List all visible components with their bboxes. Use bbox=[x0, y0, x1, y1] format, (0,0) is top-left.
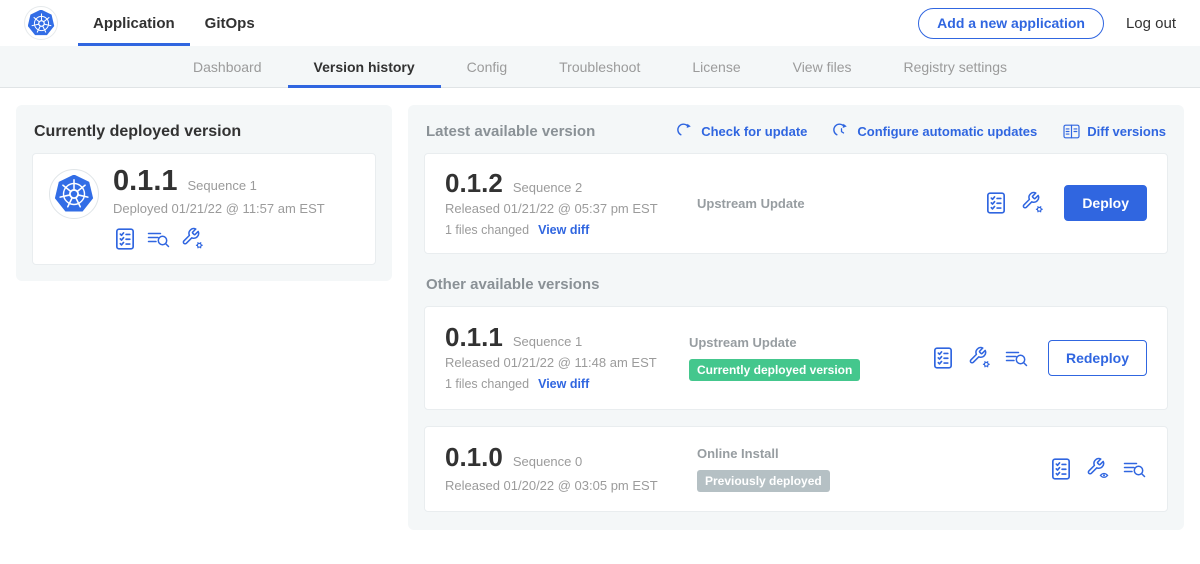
subnav-item-version-history[interactable]: Version history bbox=[288, 46, 441, 88]
subnav-item-dashboard[interactable]: Dashboard bbox=[167, 46, 288, 88]
refresh-icon bbox=[677, 123, 694, 140]
tab-gitops[interactable]: GitOps bbox=[190, 0, 270, 46]
diff-icon bbox=[1063, 123, 1080, 140]
subnav-item-license[interactable]: License bbox=[666, 46, 766, 88]
subnav-item-troubleshoot[interactable]: Troubleshoot bbox=[533, 46, 666, 88]
app-tabs: Application GitOps bbox=[78, 0, 270, 46]
version-number: 0.1.1 bbox=[113, 167, 178, 196]
version-card-details: 0.1.0 Sequence 0 Released 01/20/22 @ 03:… bbox=[445, 444, 697, 494]
version-card: 0.1.0 Sequence 0 Released 01/20/22 @ 03:… bbox=[424, 426, 1168, 512]
version-card-status: Online Install Previously deployed bbox=[697, 446, 947, 492]
released-timestamp: Released 01/21/22 @ 11:48 am EST bbox=[445, 356, 689, 371]
logs-icon[interactable] bbox=[1123, 457, 1147, 481]
version-number: 0.1.0 bbox=[445, 444, 503, 470]
released-timestamp: Released 01/21/22 @ 05:37 pm EST bbox=[445, 202, 697, 217]
version-card-status: Upstream Update bbox=[697, 196, 947, 211]
app-subnav: Dashboard Version history Config Trouble… bbox=[0, 46, 1200, 88]
released-timestamp: Released 01/20/22 @ 03:05 pm EST bbox=[445, 479, 697, 494]
latest-version-header: Latest available version Check for updat… bbox=[424, 121, 1168, 140]
version-source-label: Upstream Update bbox=[689, 335, 931, 350]
diff-versions-link[interactable]: Diff versions bbox=[1063, 123, 1166, 140]
latest-version-title: Latest available version bbox=[426, 123, 595, 140]
files-changed-label: 1 files changed bbox=[445, 377, 529, 391]
version-source-label: Online Install bbox=[697, 446, 947, 461]
version-card-details: 0.1.1 Sequence 1 Released 01/21/22 @ 11:… bbox=[445, 324, 689, 391]
release-notes-icon[interactable] bbox=[113, 227, 137, 251]
sequence-label: Sequence 0 bbox=[513, 454, 582, 469]
previously-deployed-badge: Previously deployed bbox=[697, 470, 830, 492]
version-card-actions: Redeploy bbox=[931, 340, 1147, 376]
version-card-actions bbox=[1049, 457, 1147, 481]
sequence-label: Sequence 2 bbox=[513, 180, 582, 195]
version-number: 0.1.2 bbox=[445, 170, 503, 196]
currently-deployed-badge: Currently deployed version bbox=[689, 359, 860, 381]
logs-icon[interactable] bbox=[147, 227, 171, 251]
view-diff-link[interactable]: View diff bbox=[538, 223, 589, 237]
version-number: 0.1.1 bbox=[445, 324, 503, 350]
schedule-icon bbox=[833, 123, 850, 140]
add-application-button[interactable]: Add a new application bbox=[918, 8, 1104, 39]
release-notes-icon[interactable] bbox=[931, 346, 955, 370]
check-for-update-link[interactable]: Check for update bbox=[677, 123, 807, 140]
action-label: Configure automatic updates bbox=[857, 124, 1037, 139]
config-view-icon[interactable] bbox=[1086, 457, 1110, 481]
kubernetes-logo-icon bbox=[24, 6, 58, 40]
deployed-version-details: 0.1.1 Sequence 1 Deployed 01/21/22 @ 11:… bbox=[113, 167, 325, 251]
sequence-label: Sequence 1 bbox=[188, 178, 257, 193]
deployed-timestamp: Deployed 01/21/22 @ 11:57 am EST bbox=[113, 202, 325, 217]
redeploy-button[interactable]: Redeploy bbox=[1048, 340, 1147, 376]
kubernetes-heptagon bbox=[55, 175, 94, 214]
sequence-label: Sequence 1 bbox=[513, 334, 582, 349]
available-versions-panel: Latest available version Check for updat… bbox=[408, 105, 1184, 530]
logout-button[interactable]: Log out bbox=[1126, 15, 1176, 32]
currently-deployed-title: Currently deployed version bbox=[32, 121, 376, 141]
currently-deployed-panel: Currently deployed version 0.1.1 Sequenc… bbox=[16, 105, 392, 281]
kubernetes-heptagon bbox=[28, 10, 55, 37]
other-versions-title: Other available versions bbox=[424, 276, 1168, 293]
version-actions: Check for update Configure automatic upd… bbox=[677, 123, 1166, 140]
files-changed-label: 1 files changed bbox=[445, 223, 529, 237]
app-header: Application GitOps Add a new application… bbox=[0, 0, 1200, 46]
version-card: 0.1.1 Sequence 1 Released 01/21/22 @ 11:… bbox=[424, 306, 1168, 410]
version-card-status: Upstream Update Currently deployed versi… bbox=[689, 335, 931, 381]
action-label: Check for update bbox=[701, 124, 807, 139]
app-icon bbox=[49, 169, 99, 219]
subnav-item-config[interactable]: Config bbox=[441, 46, 533, 88]
configure-automatic-updates-link[interactable]: Configure automatic updates bbox=[833, 123, 1037, 140]
version-card-details: 0.1.2 Sequence 2 Released 01/21/22 @ 05:… bbox=[445, 170, 697, 237]
version-source-label: Upstream Update bbox=[697, 196, 947, 211]
subnav-item-view-files[interactable]: View files bbox=[767, 46, 878, 88]
config-edit-icon[interactable] bbox=[181, 227, 205, 251]
version-card-actions: Deploy bbox=[984, 185, 1147, 221]
config-edit-icon[interactable] bbox=[1021, 191, 1045, 215]
logs-icon[interactable] bbox=[1005, 346, 1029, 370]
version-card: 0.1.2 Sequence 2 Released 01/21/22 @ 05:… bbox=[424, 153, 1168, 254]
view-diff-link[interactable]: View diff bbox=[538, 377, 589, 391]
release-notes-icon[interactable] bbox=[984, 191, 1008, 215]
header-right: Add a new application Log out bbox=[918, 8, 1176, 39]
deployed-actions bbox=[113, 227, 325, 251]
config-edit-icon[interactable] bbox=[968, 346, 992, 370]
release-notes-icon[interactable] bbox=[1049, 457, 1073, 481]
tab-application[interactable]: Application bbox=[78, 0, 190, 46]
deploy-button[interactable]: Deploy bbox=[1064, 185, 1147, 221]
deployed-version-card: 0.1.1 Sequence 1 Deployed 01/21/22 @ 11:… bbox=[32, 153, 376, 265]
action-label: Diff versions bbox=[1087, 124, 1166, 139]
subnav-item-registry-settings[interactable]: Registry settings bbox=[878, 46, 1033, 88]
